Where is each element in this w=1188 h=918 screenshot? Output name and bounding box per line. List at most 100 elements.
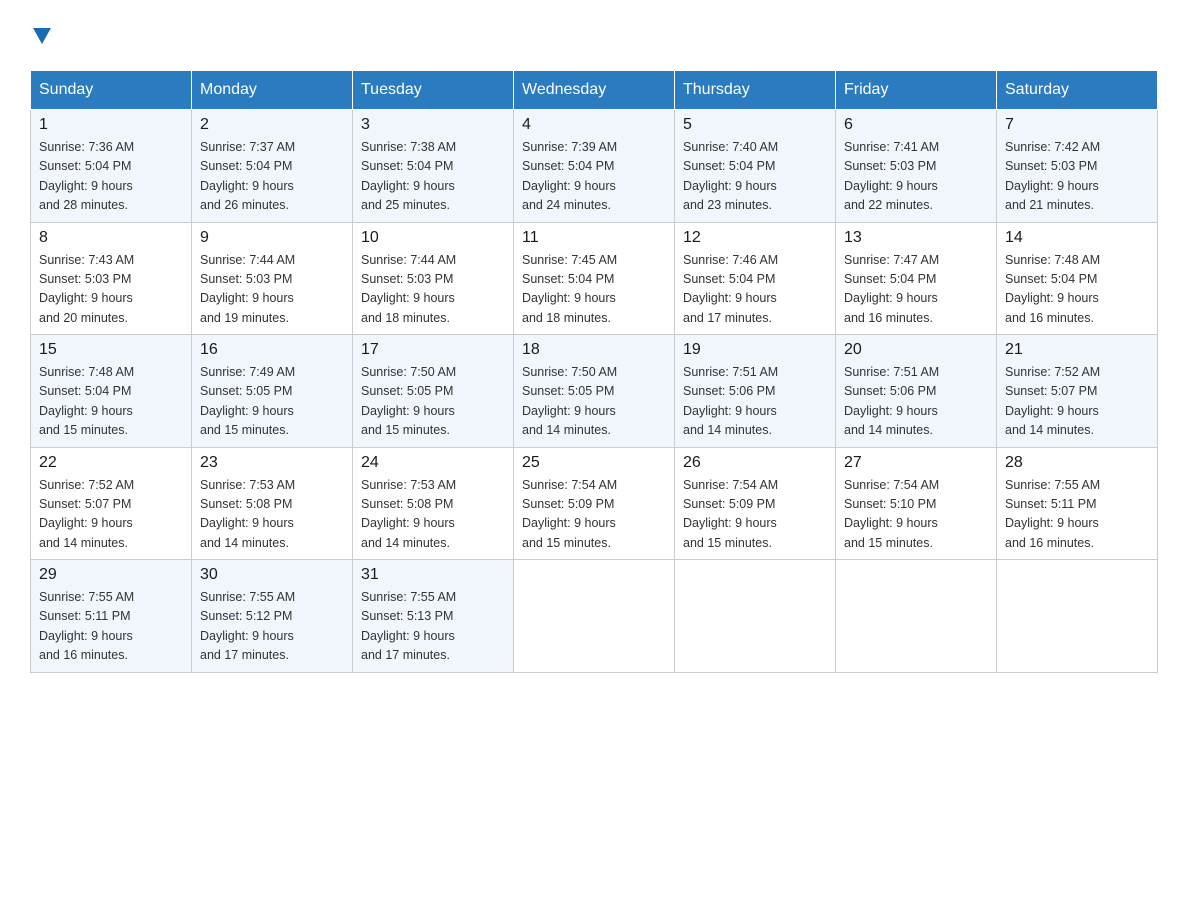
- day-info: Sunrise: 7:41 AMSunset: 5:03 PMDaylight:…: [844, 138, 988, 216]
- day-info: Sunrise: 7:42 AMSunset: 5:03 PMDaylight:…: [1005, 138, 1149, 216]
- day-number: 13: [844, 229, 988, 247]
- calendar-week-3: 15Sunrise: 7:48 AMSunset: 5:04 PMDayligh…: [31, 335, 1158, 448]
- day-info: Sunrise: 7:50 AMSunset: 5:05 PMDaylight:…: [522, 363, 666, 441]
- day-info: Sunrise: 7:44 AMSunset: 5:03 PMDaylight:…: [361, 251, 505, 329]
- calendar-cell: 30 Sunrise: 7:55 AMSunset: 5:12 PMDayligh…: [192, 560, 353, 673]
- day-info: Sunrise: 7:54 AMSunset: 5:09 PMDaylight:…: [683, 476, 827, 554]
- day-number: 3: [361, 116, 505, 134]
- calendar-cell: [997, 560, 1158, 673]
- calendar-cell: [514, 560, 675, 673]
- calendar-cell: 21 Sunrise: 7:52 AMSunset: 5:07 PMDayligh…: [997, 335, 1158, 448]
- day-info: Sunrise: 7:52 AMSunset: 5:07 PMDaylight:…: [1005, 363, 1149, 441]
- calendar-cell: 14 Sunrise: 7:48 AMSunset: 5:04 PMDayligh…: [997, 222, 1158, 335]
- day-info: Sunrise: 7:37 AMSunset: 5:04 PMDaylight:…: [200, 138, 344, 216]
- day-info: Sunrise: 7:51 AMSunset: 5:06 PMDaylight:…: [844, 363, 988, 441]
- calendar-cell: 22 Sunrise: 7:52 AMSunset: 5:07 PMDayligh…: [31, 447, 192, 560]
- calendar-cell: 26 Sunrise: 7:54 AMSunset: 5:09 PMDayligh…: [675, 447, 836, 560]
- calendar-cell: 24Sunrise: 7:53 AMSunset: 5:08 PMDayligh…: [353, 447, 514, 560]
- day-info: Sunrise: 7:45 AMSunset: 5:04 PMDaylight:…: [522, 251, 666, 329]
- calendar-cell: 1 Sunrise: 7:36 AMSunset: 5:04 PMDaylight…: [31, 110, 192, 223]
- calendar-cell: 20 Sunrise: 7:51 AMSunset: 5:06 PMDayligh…: [836, 335, 997, 448]
- day-number: 30: [200, 566, 344, 584]
- day-number: 11: [522, 229, 666, 247]
- day-info: Sunrise: 7:50 AMSunset: 5:05 PMDaylight:…: [361, 363, 505, 441]
- day-number: 31: [361, 566, 505, 584]
- day-number: 12: [683, 229, 827, 247]
- day-number: 16: [200, 341, 344, 359]
- calendar-cell: 25Sunrise: 7:54 AMSunset: 5:09 PMDayligh…: [514, 447, 675, 560]
- day-number: 1: [39, 116, 183, 134]
- calendar-cell: 10 Sunrise: 7:44 AMSunset: 5:03 PMDayligh…: [353, 222, 514, 335]
- day-info: Sunrise: 7:55 AMSunset: 5:13 PMDaylight:…: [361, 588, 505, 666]
- calendar-cell: [836, 560, 997, 673]
- day-info: Sunrise: 7:52 AMSunset: 5:07 PMDaylight:…: [39, 476, 183, 554]
- day-info: Sunrise: 7:47 AMSunset: 5:04 PMDaylight:…: [844, 251, 988, 329]
- calendar-cell: 9Sunrise: 7:44 AMSunset: 5:03 PMDaylight…: [192, 222, 353, 335]
- calendar-cell: 31 Sunrise: 7:55 AMSunset: 5:13 PMDayligh…: [353, 560, 514, 673]
- day-number: 22: [39, 454, 183, 472]
- calendar-cell: [675, 560, 836, 673]
- calendar-cell: 4 Sunrise: 7:39 AMSunset: 5:04 PMDaylight…: [514, 110, 675, 223]
- calendar-week-5: 29 Sunrise: 7:55 AMSunset: 5:11 PMDayligh…: [31, 560, 1158, 673]
- day-info: Sunrise: 7:48 AMSunset: 5:04 PMDaylight:…: [1005, 251, 1149, 329]
- day-number: 9: [200, 229, 344, 247]
- day-number: 7: [1005, 116, 1149, 134]
- logo-triangle-icon: [33, 20, 51, 50]
- day-info: Sunrise: 7:39 AMSunset: 5:04 PMDaylight:…: [522, 138, 666, 216]
- calendar-cell: 11 Sunrise: 7:45 AMSunset: 5:04 PMDayligh…: [514, 222, 675, 335]
- day-info: Sunrise: 7:43 AMSunset: 5:03 PMDaylight:…: [39, 251, 183, 329]
- day-info: Sunrise: 7:40 AMSunset: 5:04 PMDaylight:…: [683, 138, 827, 216]
- day-header-thursday: Thursday: [675, 71, 836, 110]
- day-number: 17: [361, 341, 505, 359]
- day-info: Sunrise: 7:46 AMSunset: 5:04 PMDaylight:…: [683, 251, 827, 329]
- calendar-cell: 19 Sunrise: 7:51 AMSunset: 5:06 PMDayligh…: [675, 335, 836, 448]
- calendar-cell: 6Sunrise: 7:41 AMSunset: 5:03 PMDaylight…: [836, 110, 997, 223]
- day-number: 28: [1005, 454, 1149, 472]
- calendar-cell: 29 Sunrise: 7:55 AMSunset: 5:11 PMDayligh…: [31, 560, 192, 673]
- calendar-cell: 27 Sunrise: 7:54 AMSunset: 5:10 PMDayligh…: [836, 447, 997, 560]
- calendar-cell: 12 Sunrise: 7:46 AMSunset: 5:04 PMDayligh…: [675, 222, 836, 335]
- calendar-cell: 7 Sunrise: 7:42 AMSunset: 5:03 PMDaylight…: [997, 110, 1158, 223]
- day-info: Sunrise: 7:55 AMSunset: 5:11 PMDaylight:…: [39, 588, 183, 666]
- calendar-cell: 3 Sunrise: 7:38 AMSunset: 5:04 PMDaylight…: [353, 110, 514, 223]
- calendar-cell: 13 Sunrise: 7:47 AMSunset: 5:04 PMDayligh…: [836, 222, 997, 335]
- calendar-cell: 8 Sunrise: 7:43 AMSunset: 5:03 PMDaylight…: [31, 222, 192, 335]
- day-number: 14: [1005, 229, 1149, 247]
- calendar-week-2: 8 Sunrise: 7:43 AMSunset: 5:03 PMDaylight…: [31, 222, 1158, 335]
- day-info: Sunrise: 7:36 AMSunset: 5:04 PMDaylight:…: [39, 138, 183, 216]
- day-info: Sunrise: 7:55 AMSunset: 5:12 PMDaylight:…: [200, 588, 344, 666]
- day-info: Sunrise: 7:49 AMSunset: 5:05 PMDaylight:…: [200, 363, 344, 441]
- day-number: 24: [361, 454, 505, 472]
- day-number: 23: [200, 454, 344, 472]
- day-number: 27: [844, 454, 988, 472]
- calendar-cell: 16 Sunrise: 7:49 AMSunset: 5:05 PMDayligh…: [192, 335, 353, 448]
- day-number: 20: [844, 341, 988, 359]
- day-number: 19: [683, 341, 827, 359]
- calendar-cell: 5 Sunrise: 7:40 AMSunset: 5:04 PMDaylight…: [675, 110, 836, 223]
- calendar-table: SundayMondayTuesdayWednesdayThursdayFrid…: [30, 70, 1158, 673]
- calendar-cell: 28Sunrise: 7:55 AMSunset: 5:11 PMDayligh…: [997, 447, 1158, 560]
- day-number: 10: [361, 229, 505, 247]
- day-header-monday: Monday: [192, 71, 353, 110]
- day-info: Sunrise: 7:54 AMSunset: 5:10 PMDaylight:…: [844, 476, 988, 554]
- day-header-saturday: Saturday: [997, 71, 1158, 110]
- day-info: Sunrise: 7:38 AMSunset: 5:04 PMDaylight:…: [361, 138, 505, 216]
- page-header: [30, 20, 1158, 50]
- day-number: 4: [522, 116, 666, 134]
- calendar-cell: 17 Sunrise: 7:50 AMSunset: 5:05 PMDayligh…: [353, 335, 514, 448]
- calendar-cell: 18 Sunrise: 7:50 AMSunset: 5:05 PMDayligh…: [514, 335, 675, 448]
- calendar-week-1: 1 Sunrise: 7:36 AMSunset: 5:04 PMDaylight…: [31, 110, 1158, 223]
- day-info: Sunrise: 7:54 AMSunset: 5:09 PMDaylight:…: [522, 476, 666, 554]
- calendar-header-row: SundayMondayTuesdayWednesdayThursdayFrid…: [31, 71, 1158, 110]
- day-number: 21: [1005, 341, 1149, 359]
- day-number: 29: [39, 566, 183, 584]
- day-info: Sunrise: 7:48 AMSunset: 5:04 PMDaylight:…: [39, 363, 183, 441]
- day-number: 26: [683, 454, 827, 472]
- calendar-week-4: 22 Sunrise: 7:52 AMSunset: 5:07 PMDayligh…: [31, 447, 1158, 560]
- logo: [30, 20, 51, 50]
- day-number: 18: [522, 341, 666, 359]
- day-number: 8: [39, 229, 183, 247]
- calendar-cell: 23Sunrise: 7:53 AMSunset: 5:08 PMDayligh…: [192, 447, 353, 560]
- day-number: 5: [683, 116, 827, 134]
- day-info: Sunrise: 7:51 AMSunset: 5:06 PMDaylight:…: [683, 363, 827, 441]
